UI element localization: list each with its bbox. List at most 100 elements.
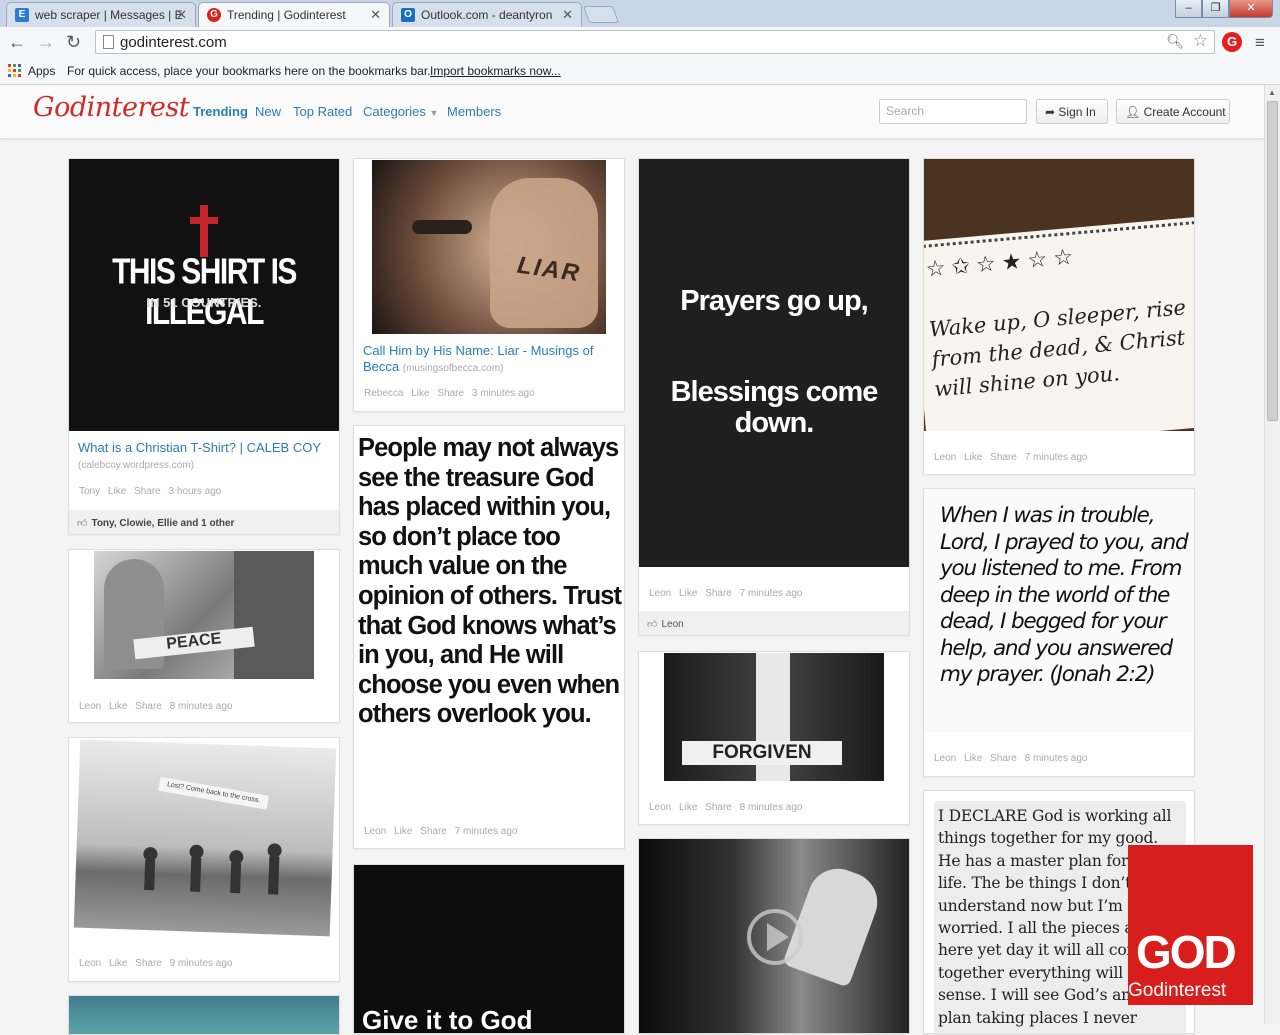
like-link[interactable]: Like [964, 452, 982, 463]
pin-image[interactable] [639, 839, 909, 1033]
pin-user[interactable]: Leon [79, 958, 101, 969]
nav-categories-label: Categories [363, 104, 426, 119]
tab-title: Outlook.com - deantyron [421, 8, 553, 22]
likers-names[interactable]: Tony, Clowie, Ellie [91, 518, 177, 529]
share-link[interactable]: Share [705, 802, 732, 813]
window-close-button[interactable]: ✕ [1229, 0, 1273, 18]
pin-card-peace[interactable]: PEACE Leon Like Share 8 minutes ago [68, 549, 340, 723]
maximize-button[interactable]: ❐ [1202, 0, 1229, 18]
pin-image[interactable] [69, 996, 339, 1034]
pin-image[interactable]: When I was in trouble, Lord, I prayed to… [924, 489, 1194, 732]
pin-user[interactable]: Rebecca [364, 388, 403, 399]
like-link[interactable]: Like [394, 826, 412, 837]
likers-more[interactable]: and 1 other [181, 518, 235, 529]
share-link[interactable]: Share [990, 452, 1017, 463]
bookmark-star-icon[interactable]: ☆ [1193, 31, 1208, 51]
nav-members[interactable]: Members [447, 104, 501, 119]
new-tab-button[interactable] [582, 6, 620, 23]
play-icon[interactable] [745, 907, 805, 967]
pin-user[interactable]: Leon [934, 753, 956, 764]
like-link[interactable]: Like [109, 958, 127, 969]
share-link[interactable]: Share [437, 388, 464, 399]
like-link[interactable]: Like [679, 802, 697, 813]
pin-image[interactable]: THIS SHIRT IS ILLEGAL IN 51 COUNTRIES. [69, 159, 339, 431]
tab-web-scraper[interactable]: E web scraper | Messages | E ✕ [6, 2, 196, 27]
pin-card-treasure-quote[interactable]: People may not always see the treasure G… [353, 425, 625, 849]
nav-trending[interactable]: Trending [193, 104, 248, 119]
tab-title: web scraper | Messages | E [35, 8, 183, 22]
pin-card-jonah[interactable]: When I was in trouble, Lord, I prayed to… [923, 488, 1195, 777]
like-link[interactable]: Like [679, 588, 697, 599]
pin-time: 8 minutes ago [739, 802, 803, 813]
pin-card-prayers-go-up[interactable]: Prayers go up, Blessings come down. Leon… [638, 158, 910, 636]
share-link[interactable]: Share [134, 486, 161, 497]
pin-user[interactable]: Leon [649, 802, 671, 813]
pin-user[interactable]: Leon [364, 826, 386, 837]
pin-image[interactable]: ☆ ✩ ☆ ★ ☆ ☆ Wake up, O sleeper, rise fro… [924, 159, 1194, 431]
minimize-button[interactable]: ‒ [1175, 0, 1202, 18]
create-account-button[interactable]: 👤︎ Create Account [1116, 99, 1230, 124]
search-input[interactable]: Search [879, 99, 1027, 124]
reload-icon[interactable]: ↻ [66, 32, 81, 53]
close-tab-icon[interactable]: ✕ [176, 7, 187, 23]
pin-time: 3 minutes ago [471, 388, 535, 399]
share-link[interactable]: Share [135, 958, 162, 969]
nav-top-rated[interactable]: Top Rated [293, 104, 352, 119]
pin-card-video[interactable] [638, 838, 910, 1034]
pin-user[interactable]: Tony [79, 486, 100, 497]
pin-user[interactable]: Leon [934, 452, 956, 463]
pin-card-partial[interactable] [68, 995, 340, 1035]
pin-card-liar[interactable]: LIAR Call Him by His Name: Liar - Musing… [353, 158, 625, 412]
pin-meta: Rebecca Like Share 3 minutes ago [364, 388, 535, 399]
close-tab-icon[interactable]: ✕ [562, 7, 573, 23]
pin-image[interactable]: PEACE [94, 551, 314, 679]
back-arrow-icon[interactable]: ← [8, 32, 26, 53]
pin-title[interactable]: What is a Christian T-Shirt? | CALEB COY… [78, 440, 333, 474]
chrome-menu-icon[interactable]: ≡ [1255, 33, 1265, 53]
pin-user[interactable]: Leon [649, 588, 671, 599]
pin-card-give-it-to-god[interactable]: Give it to God [353, 864, 625, 1034]
pin-user[interactable]: Leon [79, 701, 101, 712]
pin-image[interactable]: LIAR [372, 160, 606, 334]
like-link[interactable]: Like [108, 486, 126, 497]
sign-in-button[interactable]: ➦ Sign In [1036, 99, 1108, 124]
share-link[interactable]: Share [135, 701, 162, 712]
pin-card-lost-cross[interactable]: Lost? Come back to the cross. Leon Like … [68, 737, 340, 982]
nav-categories[interactable]: Categories ▼ [363, 104, 438, 119]
scroll-up-icon[interactable]: ▲ [1268, 88, 1276, 97]
forward-arrow-icon[interactable]: → [37, 32, 55, 53]
close-tab-icon[interactable]: ✕ [370, 7, 381, 23]
pin-image[interactable]: Lost? Come back to the cross. [73, 739, 337, 937]
scroll-thumb[interactable] [1267, 101, 1278, 421]
tab-outlook[interactable]: O Outlook.com - deantyron ✕ [392, 2, 582, 27]
import-bookmarks-link[interactable]: Import bookmarks now... [430, 64, 561, 78]
pin-image[interactable]: Prayers go up, Blessings come down. [639, 159, 909, 567]
pin-card-wake-up[interactable]: ☆ ✩ ☆ ★ ☆ ☆ Wake up, O sleeper, rise fro… [923, 158, 1195, 475]
page-scrollbar[interactable]: ▲ [1264, 85, 1280, 1024]
liker-name[interactable]: Leon [661, 619, 683, 630]
pin-title[interactable]: Call Him by His Name: Liar - Musings of … [363, 343, 618, 377]
like-link[interactable]: Like [964, 753, 982, 764]
godinterest-extension-icon[interactable]: G [1222, 32, 1242, 52]
pin-time: 7 minutes ago [739, 588, 803, 599]
address-bar[interactable]: godinterest.com 🔍︎ ☆ [95, 30, 1215, 54]
zoom-icon[interactable]: 🔍︎ [1166, 33, 1184, 50]
apps-link[interactable]: Apps [28, 64, 55, 78]
share-link[interactable]: Share [420, 826, 447, 837]
site-logo[interactable]: Godinterest [33, 92, 190, 123]
share-link[interactable]: Share [990, 753, 1017, 764]
share-link[interactable]: Share [705, 588, 732, 599]
browser-chrome: E web scraper | Messages | E ✕ G Trendin… [0, 0, 1280, 85]
apps-grid-icon[interactable] [8, 64, 21, 77]
like-link[interactable]: Like [411, 388, 429, 399]
nav-new[interactable]: New [255, 104, 281, 119]
like-link[interactable]: Like [109, 701, 127, 712]
pin-card-forgiven[interactable]: FORGIVEN Leon Like Share 8 minutes ago [638, 651, 910, 825]
pin-card-christian-tshirt[interactable]: THIS SHIRT IS ILLEGAL IN 51 COUNTRIES. W… [68, 158, 340, 535]
tab-godinterest[interactable]: G Trending | Godinterest ✕ [198, 2, 390, 27]
sign-in-arrow-icon: ➦ [1045, 105, 1056, 119]
pin-image[interactable]: FORGIVEN [664, 653, 884, 781]
pin-image[interactable]: Give it to God [354, 865, 624, 1033]
url-text[interactable]: godinterest.com [120, 34, 227, 51]
bookmarks-hint: For quick access, place your bookmarks h… [67, 64, 431, 78]
